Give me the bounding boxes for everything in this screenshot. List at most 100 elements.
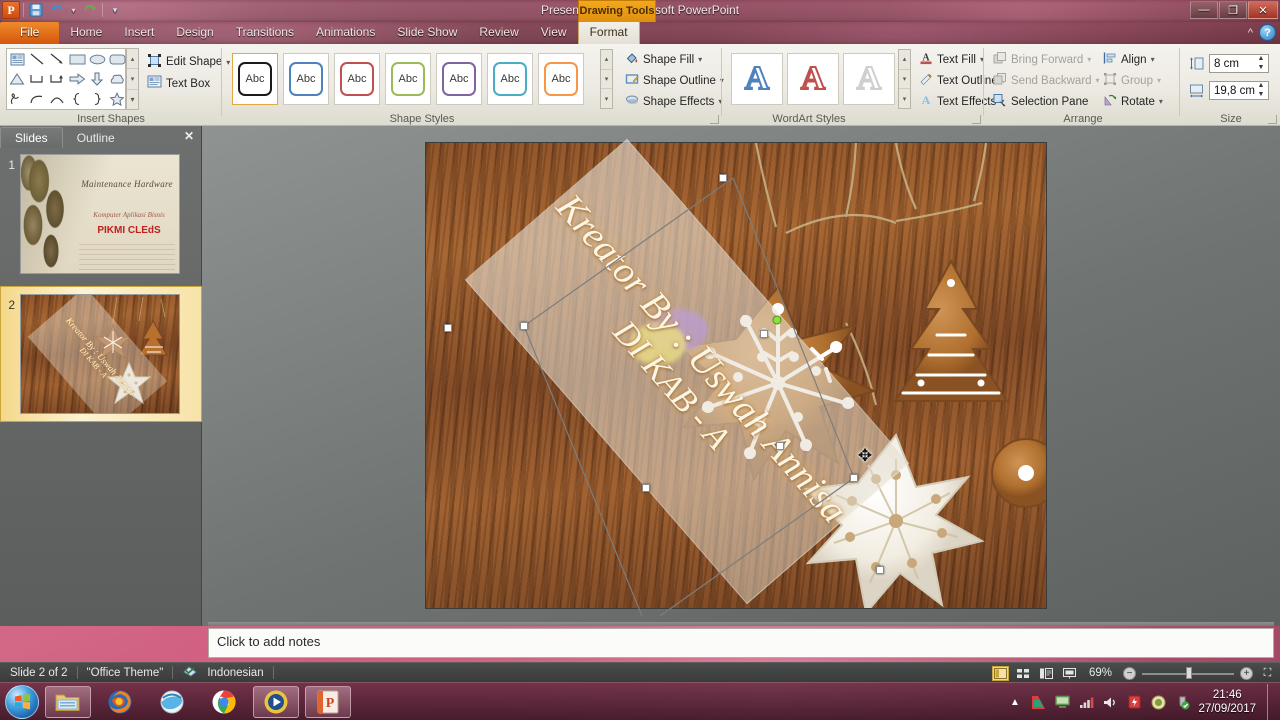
shapes-more-icon[interactable]: ▾ (127, 90, 138, 109)
wordart-more-icon[interactable]: ▾ (899, 89, 910, 108)
tab-view[interactable]: View (530, 22, 578, 44)
shape-styles-scroll[interactable]: ▴ ▾ ▾ (600, 49, 613, 109)
elbow-connector-icon[interactable] (27, 69, 47, 89)
clock[interactable]: 21:46 27/09/2017 (1198, 688, 1256, 716)
slide-thumbnail-1[interactable]: 1 Maintenance Hardware Komputer Aplikasi… (0, 154, 202, 274)
shape-style-swatch-orange[interactable]: Abc (538, 53, 584, 105)
height-spin-up[interactable]: ▲ (1258, 55, 1265, 62)
taskbar-microsoft-powerpoint[interactable]: P (305, 685, 351, 718)
shape-styles-gallery[interactable]: Abc Abc Abc Abc Abc Abc Abc (232, 49, 584, 109)
group-button[interactable]: Group ▾ (1100, 71, 1164, 90)
shapes-scroll-up-icon[interactable]: ▴ (127, 49, 138, 70)
align-button[interactable]: Align ▾ (1100, 50, 1158, 69)
left-brace-shape-icon[interactable] (67, 89, 87, 109)
signal-icon[interactable] (1078, 694, 1095, 711)
start-orb-icon[interactable] (5, 684, 39, 719)
bring-forward-button[interactable]: Bring Forward ▾ (990, 50, 1094, 69)
tab-home[interactable]: Home (59, 22, 113, 44)
insert-shapes-gallery[interactable] (6, 48, 126, 110)
normal-view-button[interactable] (991, 665, 1009, 681)
shape-style-swatch-green[interactable]: Abc (385, 53, 431, 105)
current-slide[interactable] (426, 143, 1046, 608)
minimize-button[interactable]: — (1190, 1, 1218, 19)
shape-fill-button[interactable]: Shape Fill ▾ (622, 50, 705, 69)
wordart-scroll-up-icon[interactable]: ▴ (899, 50, 910, 70)
taskbar-google-chrome[interactable] (201, 686, 247, 718)
styles-scroll-up-icon[interactable]: ▴ (601, 50, 612, 70)
taskbar-mozilla-firefox[interactable] (97, 686, 143, 718)
shape-outline-button[interactable]: Shape Outline ▾ (622, 71, 727, 90)
wordart-swatch-blue[interactable]: A (731, 53, 783, 105)
wordart-swatch-gray[interactable]: A (843, 53, 895, 105)
shape-width-input[interactable]: 19,8 cm ▲ ▼ (1209, 81, 1269, 100)
network-monitor-icon[interactable] (1054, 694, 1071, 711)
tab-insert[interactable]: Insert (113, 22, 165, 44)
spell-check-icon[interactable] (182, 664, 198, 681)
language-indicator[interactable]: Indonesian (207, 667, 263, 679)
powerpoint-logo-icon[interactable]: P (2, 1, 20, 19)
zoom-in-button[interactable]: + (1240, 666, 1253, 680)
shape-width-stepper[interactable]: ▲ ▼ (1255, 82, 1267, 98)
theme-name[interactable]: "Office Theme" (87, 667, 164, 679)
tab-review[interactable]: Review (468, 22, 529, 44)
fit-to-window-button[interactable]: ⛶ (1259, 666, 1276, 681)
shape-effects-button[interactable]: Shape Effects ▾ (622, 92, 725, 111)
shapes-scroll-down-icon[interactable]: ▾ (127, 69, 138, 90)
slide-show-view-button[interactable] (1061, 666, 1078, 681)
text-box-button[interactable]: Text Box (144, 74, 213, 93)
textbox-shape-icon[interactable] (7, 49, 27, 69)
volume-icon[interactable] (1102, 694, 1119, 711)
triangle-shape-icon[interactable] (7, 69, 27, 89)
slide-sorter-view-button[interactable] (1015, 666, 1032, 681)
shield-icon[interactable] (1150, 694, 1167, 711)
tab-slide-show[interactable]: Slide Show (386, 22, 468, 44)
tab-transitions[interactable]: Transitions (225, 22, 305, 44)
slide-editing-area[interactable]: Kreator By : Uswah Annisa DI KAB - A ✥ (202, 126, 1280, 626)
notes-splitter[interactable] (208, 622, 1274, 626)
width-spin-up[interactable]: ▲ (1258, 82, 1265, 89)
oval-shape-icon[interactable] (87, 49, 107, 69)
wordart-styles-scroll[interactable]: ▴ ▾ ▾ (898, 49, 911, 109)
shape-style-swatch-purple[interactable]: Abc (436, 53, 482, 105)
taskbar-windows-explorer[interactable] (45, 685, 91, 718)
tab-outline[interactable]: Outline (63, 128, 129, 148)
wordart-styles-gallery[interactable]: A A A (731, 49, 895, 109)
tab-animations[interactable]: Animations (305, 22, 386, 44)
help-button[interactable]: ? (1259, 24, 1276, 41)
notes-placeholder[interactable]: Click to add notes (208, 628, 1274, 658)
line-shape-icon[interactable] (27, 49, 47, 69)
rounded-rectangle-shape-icon[interactable] (107, 49, 127, 69)
undo-icon[interactable] (48, 1, 66, 19)
slide-thumbnail-2[interactable]: 2 Kreator By: Uswah Annisa DI KAB - A (0, 294, 202, 414)
down-arrow-shape-icon[interactable] (87, 69, 107, 89)
wordart-styles-dialog-launcher[interactable] (972, 115, 981, 124)
send-backward-button[interactable]: Send Backward ▾ (990, 71, 1103, 90)
tab-design[interactable]: Design (165, 22, 224, 44)
show-hidden-icons-icon[interactable]: ▲ (1006, 694, 1023, 711)
undo-dropdown-caret[interactable]: ▾ (69, 1, 78, 19)
tab-format[interactable]: Format (577, 22, 640, 44)
battery-icon[interactable] (1126, 694, 1143, 711)
styles-scroll-down-icon[interactable]: ▾ (601, 70, 612, 90)
close-button[interactable]: ✕ (1248, 1, 1278, 19)
tab-slides[interactable]: Slides (0, 127, 63, 148)
edit-shape-button[interactable]: Edit Shape ▾ (144, 52, 233, 72)
zoom-out-button[interactable]: − (1123, 666, 1136, 680)
zoom-slider[interactable] (1142, 666, 1234, 680)
slide-thumbnail-2-image[interactable]: Kreator By : Uswah Annisa DI KAB - A (20, 294, 180, 414)
selection-pane-button[interactable]: Selection Pane (990, 92, 1091, 111)
shape-style-swatch-red[interactable]: Abc (334, 53, 380, 105)
slide-thumbnail-1-image[interactable]: Maintenance Hardware Komputer Aplikasi B… (20, 154, 180, 274)
shape-style-swatch-black[interactable]: Abc (232, 53, 278, 105)
text-fill-button[interactable]: A Text Fill ▾ (916, 50, 987, 69)
shape-style-swatch-blue[interactable]: Abc (283, 53, 329, 105)
shape-height-stepper[interactable]: ▲ ▼ (1255, 55, 1267, 71)
right-arrow-shape-icon[interactable] (67, 69, 87, 89)
rectangle-shape-icon[interactable] (67, 49, 87, 69)
height-spin-down[interactable]: ▼ (1258, 64, 1265, 71)
wordart-swatch-red[interactable]: A (787, 53, 839, 105)
taskbar-internet-explorer[interactable] (149, 686, 195, 718)
arrow-line-shape-icon[interactable] (47, 49, 67, 69)
restore-button[interactable]: ❐ (1219, 1, 1247, 19)
insert-shapes-scroll[interactable]: ▴ ▾ ▾ (126, 48, 139, 110)
